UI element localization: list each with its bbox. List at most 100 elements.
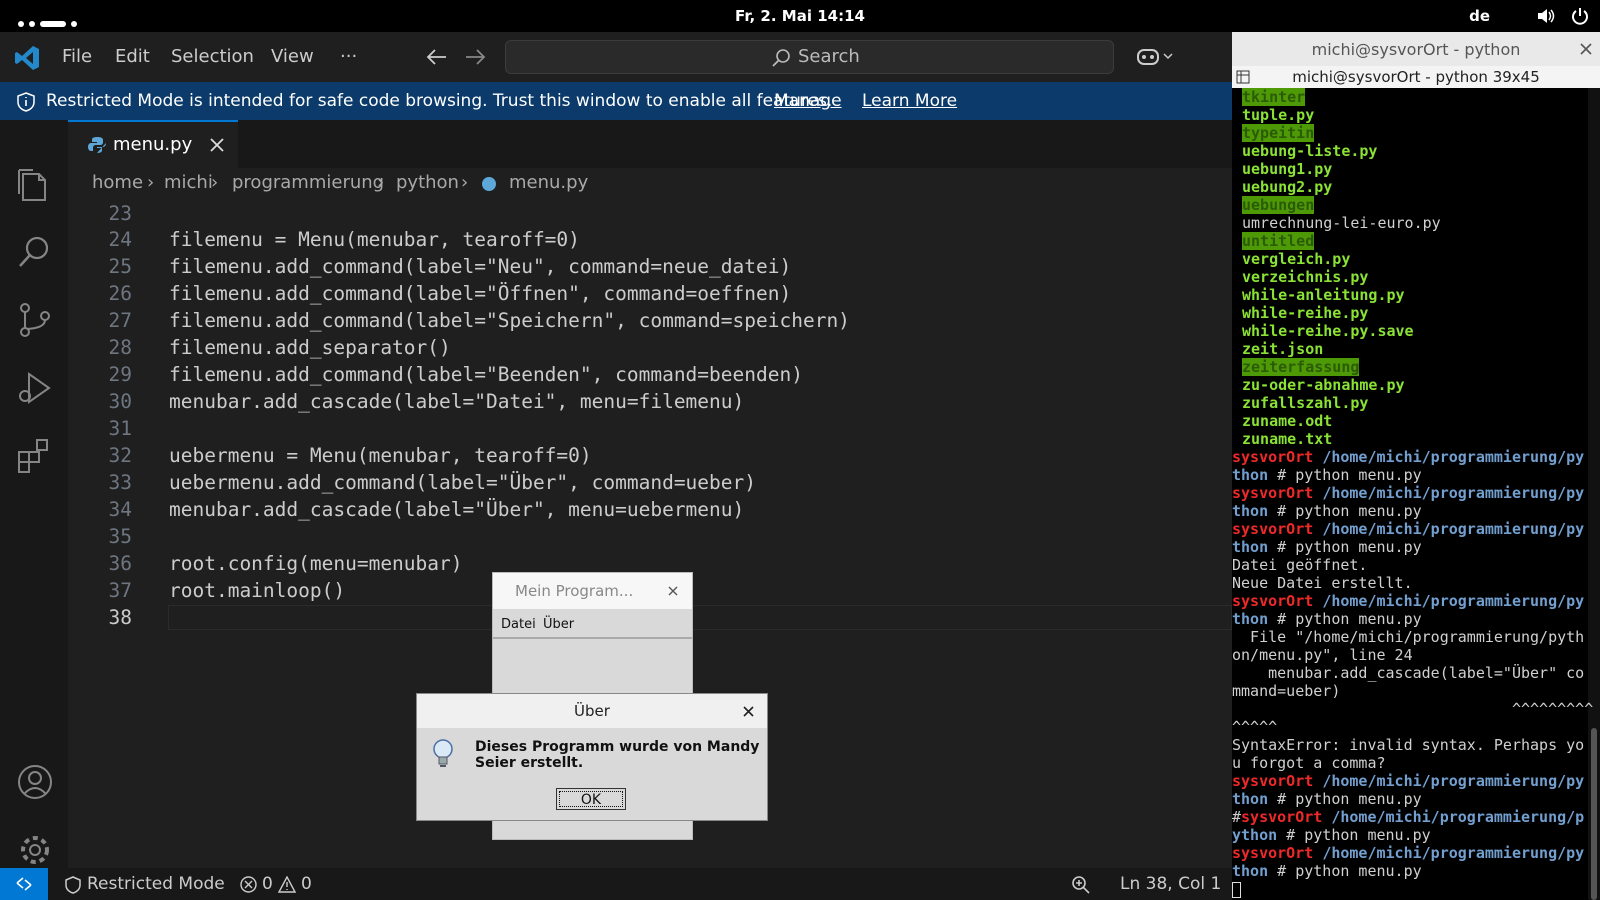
menu-file[interactable]: File [62,46,92,67]
command-search-box[interactable]: Search [505,40,1114,74]
close-icon[interactable] [668,586,678,596]
code-line: uebermenu.add_command(label="Über", comm… [169,471,756,494]
run-debug-icon[interactable] [17,370,53,406]
menu-edit[interactable]: Edit [115,46,150,67]
zoom-icon[interactable] [1071,875,1091,895]
warning-count[interactable]: 0 [301,874,312,894]
prompt-path-cont: thon [1232,538,1269,556]
breadcrumb: home › michi › programmierung › python ›… [68,168,1232,200]
menu-view[interactable]: View [271,46,314,67]
prompt-path: /home/michi/programmierung/py [1322,772,1585,790]
output-line: Datei geöffnet. [1232,556,1368,574]
close-icon[interactable] [743,706,754,717]
prompt-path: /home/michi/programmierung/py [1322,484,1585,502]
dialog-titlebar: Über [417,694,767,728]
terminal-title: michi@sysvorOrt - python [1311,40,1521,59]
tk-window-titlebar: Mein Program... [493,573,692,609]
error-line: u forgot a comma? [1232,754,1386,772]
close-icon[interactable] [1580,43,1592,55]
file-entry: uebung2.py [1242,178,1333,196]
cursor-position[interactable]: Ln 38, Col 1 [1120,874,1221,894]
terminal-titlebar: michi@sysvorOrt - python [1232,32,1600,66]
code-line: filemenu.add_command(label="Neu", comman… [169,255,792,278]
banner-text: Restricted Mode is intended for safe cod… [46,91,833,111]
prompt-path: /home/michi/programmierung/py [1322,592,1585,610]
settings-gear-icon[interactable] [17,832,53,868]
forward-arrow-icon[interactable] [464,48,486,66]
learn-more-link[interactable]: Learn More [862,91,957,111]
prompt-host: sysvorOrt [1232,520,1314,538]
terminal-scrollbar[interactable] [1588,88,1600,900]
volume-icon[interactable] [1537,8,1555,24]
line-number: 36 [108,552,132,575]
command: # python menu.py [1268,466,1422,484]
tk-menu-datei[interactable]: Datei [501,617,536,632]
explorer-icon[interactable] [17,166,53,202]
line-number: 26 [108,282,132,305]
file-entry: tuple.py [1242,106,1315,124]
directory-entry: zeiterfassung [1242,358,1360,376]
tab-menu-py[interactable]: menu.py [68,120,238,168]
breadcrumb-python[interactable]: python [396,172,459,193]
breadcrumb-michi[interactable]: michi [164,172,213,193]
extensions-icon[interactable] [17,438,53,474]
tk-menubar: Datei Über [493,613,692,639]
back-arrow-icon[interactable] [426,48,448,66]
restricted-mode-banner: Restricted Mode is intended for safe cod… [0,82,1232,120]
command: # python menu.py [1277,826,1431,844]
terminal-subtitle: michi@sysvorOrt - python 39x45 [1292,68,1540,86]
power-icon[interactable] [1571,7,1589,25]
directory-entry: tkinter [1242,88,1306,106]
prompt-path-cont: thon [1232,466,1269,484]
restricted-mode-status[interactable]: Restricted Mode [87,874,225,894]
command: # python menu.py [1268,790,1422,808]
search-icon[interactable] [17,234,53,270]
line-number: 30 [108,390,132,413]
file-entry: while-anleitung.py [1242,286,1405,304]
close-icon[interactable] [210,138,224,152]
dialog-message: Dieses Programm wurde von Mandy Seier er… [475,739,760,771]
file-entry: uebung-liste.py [1242,142,1378,160]
breadcrumb-programmierung[interactable]: programmierung [232,172,384,193]
code-line: filemenu.add_command(label="Öffnen", com… [169,282,792,305]
line-number: 27 [108,309,132,332]
code-line: root.config(menu=menubar) [169,552,463,575]
keyboard-layout[interactable]: de [1469,7,1490,25]
line-number: 33 [108,471,132,494]
system-top-bar: Fr, 2. Mai 14:14 de [0,0,1600,32]
line-number: 23 [108,202,132,225]
clock[interactable]: Fr, 2. Mai 14:14 [0,7,1600,25]
terminal-output[interactable]: tkinter tuple.py typeitin uebung-liste.p… [1232,88,1593,898]
breadcrumb-file[interactable]: menu.py [509,172,588,193]
file-entry: zeit.json [1242,340,1324,358]
prompt-path-cont: thon [1232,502,1269,520]
warning-icon [278,876,296,893]
source-control-icon[interactable] [17,302,53,338]
terminal-window: michi@sysvorOrt - python michi@sysvorOrt… [1232,32,1600,900]
file-entry: zuname.txt [1242,430,1333,448]
code-line: uebermenu = Menu(menubar, tearoff=0) [169,444,592,467]
error-line: ^^^^^ [1232,718,1278,736]
manage-link[interactable]: Manage [774,91,842,111]
remote-indicator[interactable] [0,868,48,900]
chevron-right-icon: › [461,172,469,193]
file-entry: zu-oder-abnahme.py [1242,376,1405,394]
tk-menu-ueber[interactable]: Über [543,617,574,632]
code-line: filemenu.add_command(label="Beenden", co… [169,363,803,386]
line-number: 37 [108,579,132,602]
prompt-host: sysvorOrt [1241,808,1323,826]
file-entry: while-reihe.py [1242,304,1369,322]
menu-selection[interactable]: Selection [171,46,254,67]
file-entry: uebung1.py [1242,160,1333,178]
prompt-host: sysvorOrt [1232,592,1314,610]
copilot-icon[interactable] [1136,46,1176,68]
menu-more[interactable]: ··· [340,46,357,67]
python-file-icon [482,177,496,191]
search-placeholder: Search [798,46,860,67]
terminal-cursor [1232,881,1241,898]
error-count[interactable]: 0 [262,874,273,894]
error-line: menubar.add_cascade(label="Über" co [1232,664,1585,682]
breadcrumb-home[interactable]: home [92,172,143,193]
accounts-icon[interactable] [17,764,53,800]
ok-button[interactable]: OK [556,788,626,810]
